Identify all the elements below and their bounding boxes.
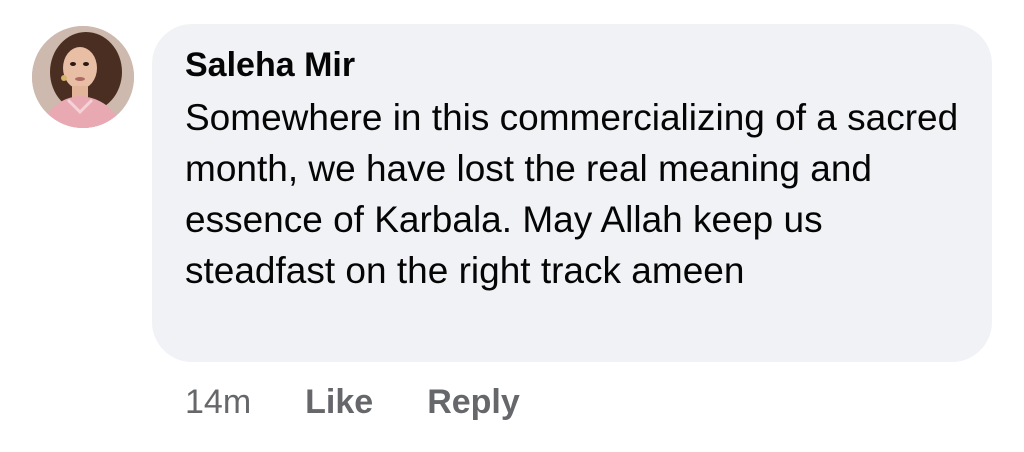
comment: Saleha Mir Somewhere in this commerciali… <box>0 0 1024 452</box>
comment-author[interactable]: Saleha Mir <box>185 44 958 86</box>
avatar[interactable] <box>32 26 134 128</box>
comment-actions: 14m Like Reply <box>185 380 520 424</box>
comment-text: Somewhere in this commercializing of a s… <box>185 97 959 291</box>
like-button[interactable]: Like <box>305 383 373 422</box>
reply-button[interactable]: Reply <box>427 383 520 422</box>
comment-bubble: Saleha Mir Somewhere in this commerciali… <box>152 24 992 362</box>
comment-timestamp[interactable]: 14m <box>185 383 251 422</box>
profile-photo-icon <box>32 26 134 128</box>
